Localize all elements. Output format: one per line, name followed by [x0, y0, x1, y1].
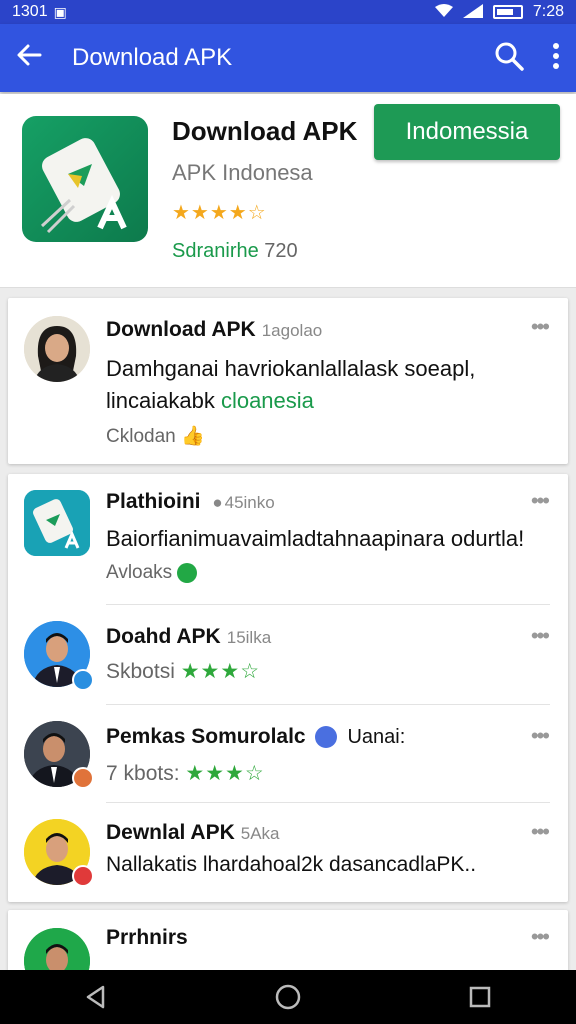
app-bar-actions [494, 41, 560, 76]
review-author: Dewnlal APK 5Aka [106, 821, 280, 845]
thumbs-up-icon[interactable]: 👍 [181, 426, 205, 447]
review-text-link[interactable]: cloanesia [221, 388, 314, 413]
recents-nav-icon[interactable] [450, 977, 510, 1017]
review-footer-label: Skbotsi [106, 660, 175, 683]
review-date: Uanai: [347, 726, 406, 748]
review-author-name: Dewnlal APK [106, 821, 235, 844]
review-author-name: Prrhnirs [106, 926, 188, 949]
review-author: Download APK 1agolao [106, 318, 322, 342]
more-options-icon[interactable]: ••• [531, 488, 550, 514]
app-bar: Download APK [0, 24, 576, 92]
install-label: Sdranirhe [172, 240, 259, 262]
review-author-name: Doahd APK [106, 625, 221, 648]
badge-icon [72, 767, 94, 789]
review-footer: Avloaks [106, 562, 198, 584]
review-date: 15ilka [226, 628, 272, 647]
review-footer: Skbotsi ★★★☆ [106, 659, 260, 684]
home-nav-icon[interactable] [258, 977, 318, 1017]
more-options-icon[interactable]: ••• [531, 924, 550, 950]
app-avatar [24, 490, 90, 556]
page-title: Download APK [72, 44, 233, 71]
comment-icon: ● [212, 493, 223, 512]
app-header-card: Download APK APK Indonesa ★★★★☆ Sdranirh… [0, 94, 576, 288]
review-item[interactable]: Pemkas Somurolalc Uanai: ••• 7 kbots: ★★… [8, 705, 568, 803]
status-right: 7:28 [434, 3, 564, 21]
install-button[interactable]: Indomessia [374, 104, 560, 160]
review-author: Pemkas Somurolalc Uanai: [106, 725, 405, 749]
review-date: 1agolao [261, 321, 323, 340]
star-rating: ★★★☆ [185, 762, 265, 785]
review-item[interactable]: Plathioini ● 45inko ••• Baiorfianimuavaim… [8, 474, 568, 604]
review-item[interactable]: Dewnlal APK 5Aka ••• Nallakatis lhardahoa… [8, 803, 568, 902]
review-card: Download APK 1agolao ••• Damhganai havrio… [8, 298, 568, 464]
more-options-icon[interactable]: ••• [531, 723, 550, 749]
app-name: Download APK [172, 116, 358, 146]
review-text-line1: Damhganai havriokanlallalask soeapl, [106, 356, 476, 381]
battery-icon [492, 5, 523, 19]
review-text: Nallakatis lhardahoal2k dasancadlaPK.. [106, 853, 477, 876]
review-author-name: Plathioini [106, 490, 201, 513]
badge-icon [177, 562, 198, 583]
verified-icon [315, 726, 338, 749]
woman-avatar [24, 316, 90, 382]
review-text: Baiorfianimuavaimladtahnaapinara odurtla… [106, 526, 525, 551]
review-list-card: Plathioini ● 45inko ••• Baiorfianimuavaim… [8, 474, 568, 902]
signal-icon [462, 3, 483, 21]
navigation-bar [0, 970, 576, 1024]
badge-icon [72, 669, 94, 691]
status-time-left: 1301 [12, 3, 48, 20]
rating-stars: ★★★★☆ [172, 202, 267, 224]
more-options-icon[interactable]: ••• [531, 314, 550, 340]
review-date: 45inko [224, 493, 275, 512]
review-footer: Cklodan 👍 [106, 424, 205, 448]
app-icon [22, 116, 148, 242]
badge-icon [72, 865, 94, 887]
install-count: 720 [264, 240, 298, 262]
review-text-line2: lincaiakabk cloanesia [106, 388, 314, 414]
status-time-right: 7:28 [532, 3, 564, 20]
review-footer-label: Cklodan [106, 426, 176, 447]
more-options-icon[interactable]: ••• [531, 819, 550, 845]
back-arrow-icon[interactable] [16, 42, 56, 74]
status-bar: 1301 ▣ 7:28 [0, 0, 576, 24]
review-item[interactable]: Download APK 1agolao ••• Damhganai havrio… [8, 298, 568, 464]
review-author-name: Download APK [106, 318, 256, 341]
review-author: Plathioini ● 45inko [106, 490, 275, 514]
search-icon[interactable] [494, 41, 524, 76]
more-options-icon[interactable]: ••• [531, 623, 550, 649]
sim-icon: ▣ [53, 3, 67, 20]
star-rating: ★★★☆ [180, 660, 261, 683]
review-footer-label: Avloaks [106, 562, 173, 583]
overflow-menu-icon[interactable] [552, 42, 560, 75]
review-item[interactable]: Doahd APK 15ilka ••• Skbotsi ★★★☆ [8, 605, 568, 705]
review-author: Doahd APK 15ilka [106, 625, 271, 649]
review-author-name: Pemkas Somurolalc [106, 725, 306, 748]
status-left: 1301 ▣ [12, 3, 67, 21]
review-date: 5Aka [240, 824, 280, 843]
back-nav-icon[interactable] [66, 977, 126, 1017]
app-developer: APK Indonesa [172, 160, 313, 185]
wifi-icon [434, 3, 453, 21]
review-footer: 7 kbots: ★★★☆ [106, 761, 265, 786]
review-text-part: lincaiakabk [106, 388, 221, 413]
install-info: Sdranirhe 720 [172, 240, 298, 263]
review-author: Prrhnirs [106, 926, 188, 950]
review-footer-label: 7 kbots: [106, 762, 180, 785]
